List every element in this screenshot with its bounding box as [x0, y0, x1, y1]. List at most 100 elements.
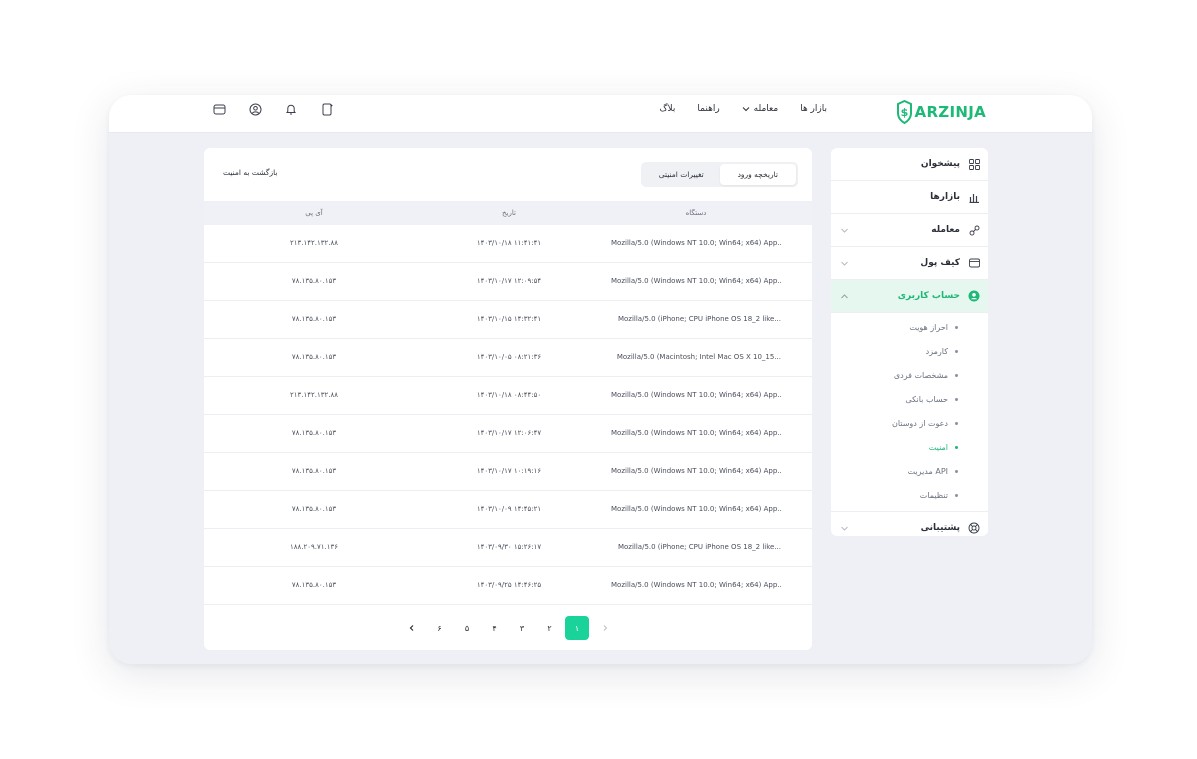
- nav-trade[interactable]: معامله: [742, 104, 779, 114]
- submenu-item-label: تنظیمات: [919, 490, 948, 500]
- table-row: Mozilla/5.0 (Windows NT 10.0; Win64; x64…: [204, 453, 812, 491]
- account-submenu: احراز هویت کارمزد مشخصات فردی حساب بانکی…: [831, 313, 988, 511]
- pagination-page-5[interactable]: ۵: [455, 616, 479, 640]
- sidebar-item-account[interactable]: حساب کاربری: [831, 280, 988, 313]
- table-row: Mozilla/5.0 (Windows NT 10.0; Win64; x64…: [204, 567, 812, 605]
- nav-guide-label: راهنما: [697, 104, 720, 114]
- app-window: $ ARZINJA بازار ها معامله راهنما بلاگ پی…: [109, 95, 1092, 664]
- cell-device: Mozilla/5.0 (Windows NT 10.0; Win64; x64…: [611, 391, 781, 399]
- table-header: دستگاه تاریخ آی پی: [204, 201, 812, 225]
- nav-trade-label: معامله: [753, 104, 779, 114]
- cell-date: ۱۴۰۳/۱۰/۱۵ ۱۴:۳۲:۴۱: [476, 315, 542, 323]
- sidebar-item-label: پیشخوان: [920, 159, 960, 169]
- cell-date: ۱۴۰۳/۰۹/۲۵ ۱۴:۴۶:۲۵: [476, 581, 542, 589]
- cell-ip: ۷۸.۱۳۵.۸۰.۱۵۳: [291, 353, 337, 361]
- nav-blog-label: بلاگ: [659, 104, 676, 114]
- nav-blog[interactable]: بلاگ: [659, 104, 675, 114]
- chevron-down-icon: [742, 107, 750, 112]
- submenu-item-label: کارمزد: [925, 346, 948, 356]
- chevron-down-icon: [841, 526, 848, 531]
- submenu-item-bank-account[interactable]: حساب بانکی: [831, 387, 988, 411]
- column-header-ip: آی پی: [305, 209, 323, 217]
- chevron-up-icon: [841, 294, 848, 299]
- pagination-page-4[interactable]: ۴: [483, 616, 507, 640]
- submenu-item-profile[interactable]: مشخصات فردی: [831, 363, 988, 387]
- table-row: Mozilla/5.0 (Windows NT 10.0; Win64; x64…: [204, 225, 812, 263]
- support-icon: [968, 522, 980, 534]
- nav-guide[interactable]: راهنما: [697, 104, 719, 114]
- sidebar-item-markets[interactable]: بازارها: [831, 181, 988, 214]
- chevron-down-icon: [841, 261, 848, 266]
- pagination-page-6[interactable]: ۶: [428, 616, 452, 640]
- bar-chart-icon: [968, 191, 980, 203]
- table-row: Mozilla/5.0 (iPhone; CPU iPhone OS 18_2 …: [204, 529, 812, 567]
- cell-device: Mozilla/5.0 (Windows NT 10.0; Win64; x64…: [611, 239, 781, 247]
- table-row: Mozilla/5.0 (Windows NT 10.0; Win64; x64…: [204, 263, 812, 301]
- sidebar-item-wallet[interactable]: کیف پول: [831, 247, 988, 280]
- tab-login-history[interactable]: تاریخچه ورود: [719, 164, 796, 185]
- sidebar-item-label: معامله: [931, 225, 960, 235]
- table-row: Mozilla/5.0 (Windows NT 10.0; Win64; x64…: [204, 377, 812, 415]
- submenu-item-fee[interactable]: کارمزد: [831, 339, 988, 363]
- sidebar-item-support[interactable]: پشتیبانی: [831, 511, 988, 536]
- submenu-item-label: مدیریت API: [907, 466, 948, 476]
- cell-ip: ۲۱۳.۱۴۲.۱۳۲.۸۸: [289, 239, 339, 247]
- pagination-page-1[interactable]: ۱: [565, 616, 589, 640]
- sidebar-item-label: حساب کاربری: [897, 291, 960, 301]
- nav-markets-label: بازار ها: [800, 104, 827, 114]
- cell-device: Mozilla/5.0 (Windows NT 10.0; Win64; x64…: [611, 467, 781, 475]
- pagination: ۱ ۲ ۳ ۴ ۵ ۶: [400, 616, 617, 640]
- cell-device: Mozilla/5.0 (Windows NT 10.0; Win64; x64…: [611, 277, 781, 285]
- cell-date: ۱۴۰۳/۱۰/۰۹ ۱۴:۴۵:۲۱: [476, 505, 542, 513]
- brand-name: ARZINJA: [914, 103, 986, 121]
- submenu-item-security[interactable]: امنیت: [831, 435, 988, 459]
- login-history-panel: بازگشت به امنیت تاریخچه ورود تغییرات امن…: [204, 148, 812, 650]
- submenu-item-label: دعوت از دوستان: [891, 418, 948, 428]
- top-actions: [212, 102, 334, 116]
- exchange-icon: [968, 224, 980, 236]
- submenu-item-label: مشخصات فردی: [893, 370, 948, 380]
- cell-date: ۱۴۰۳/۱۰/۱۸ ۰۸:۴۴:۵۰: [476, 391, 542, 399]
- history-tabs: تاریخچه ورود تغییرات امنیتی: [641, 162, 798, 187]
- cell-ip: ۲۱۳.۱۴۲.۱۳۲.۸۸: [289, 391, 339, 399]
- back-to-security-link[interactable]: بازگشت به امنیت: [223, 168, 278, 177]
- phone-plus-icon[interactable]: [320, 102, 334, 116]
- cell-ip: ۷۸.۱۳۵.۸۰.۱۵۳: [291, 467, 337, 475]
- cell-ip: ۷۸.۱۳۵.۸۰.۱۵۳: [291, 581, 337, 589]
- pagination-next-button[interactable]: [400, 616, 424, 640]
- wallet-icon: [968, 257, 980, 269]
- column-header-date: تاریخ: [502, 209, 516, 217]
- user-icon: [968, 290, 980, 302]
- submenu-item-api[interactable]: مدیریت API: [831, 459, 988, 483]
- sidebar-item-dashboard[interactable]: پیشخوان: [831, 148, 988, 181]
- sidebar-item-label: پشتیبانی: [920, 522, 960, 533]
- chevron-right-icon: [603, 625, 607, 631]
- pagination-page-3[interactable]: ۳: [510, 616, 534, 640]
- cell-ip: ۷۸.۱۳۵.۸۰.۱۵۳: [291, 429, 337, 437]
- cell-date: ۱۴۰۳/۱۰/۱۷ ۱۲:۰۹:۵۴: [476, 277, 542, 285]
- sidebar-item-trade[interactable]: معامله: [831, 214, 988, 247]
- main-nav: بازار ها معامله راهنما بلاگ: [659, 95, 827, 123]
- cell-ip: ۱۸۸.۲۰۹.۷۱.۱۳۶: [289, 543, 339, 551]
- user-circle-icon[interactable]: [248, 102, 262, 116]
- submenu-item-referral[interactable]: دعوت از دوستان: [831, 411, 988, 435]
- svg-text:$: $: [900, 106, 908, 119]
- nav-markets[interactable]: بازار ها: [800, 104, 827, 114]
- pagination-page-2[interactable]: ۲: [538, 616, 562, 640]
- tab-security-changes[interactable]: تغییرات امنیتی: [643, 164, 720, 185]
- pagination-prev-button[interactable]: [593, 616, 617, 640]
- wallet-icon[interactable]: [212, 102, 226, 116]
- table-row: Mozilla/5.0 (Macintosh; Intel Mac OS X 1…: [204, 339, 812, 377]
- bell-icon[interactable]: [284, 102, 298, 116]
- submenu-item-label: امنیت: [928, 442, 948, 452]
- table-row: Mozilla/5.0 (Windows NT 10.0; Win64; x64…: [204, 415, 812, 453]
- cell-device: Mozilla/5.0 (Windows NT 10.0; Win64; x64…: [611, 429, 781, 437]
- sidebar: پیشخوان بازارها معامله کیف پول حساب کارب…: [831, 148, 988, 536]
- brand-logo[interactable]: $ ARZINJA: [896, 99, 986, 125]
- arzinja-shield-icon: $: [896, 100, 912, 124]
- submenu-item-settings[interactable]: تنظیمات: [831, 483, 988, 507]
- submenu-item-kyc[interactable]: احراز هویت: [831, 315, 988, 339]
- dashboard-icon: [968, 158, 980, 170]
- column-header-device: دستگاه: [685, 209, 707, 217]
- cell-device: Mozilla/5.0 (Windows NT 10.0; Win64; x64…: [611, 505, 781, 513]
